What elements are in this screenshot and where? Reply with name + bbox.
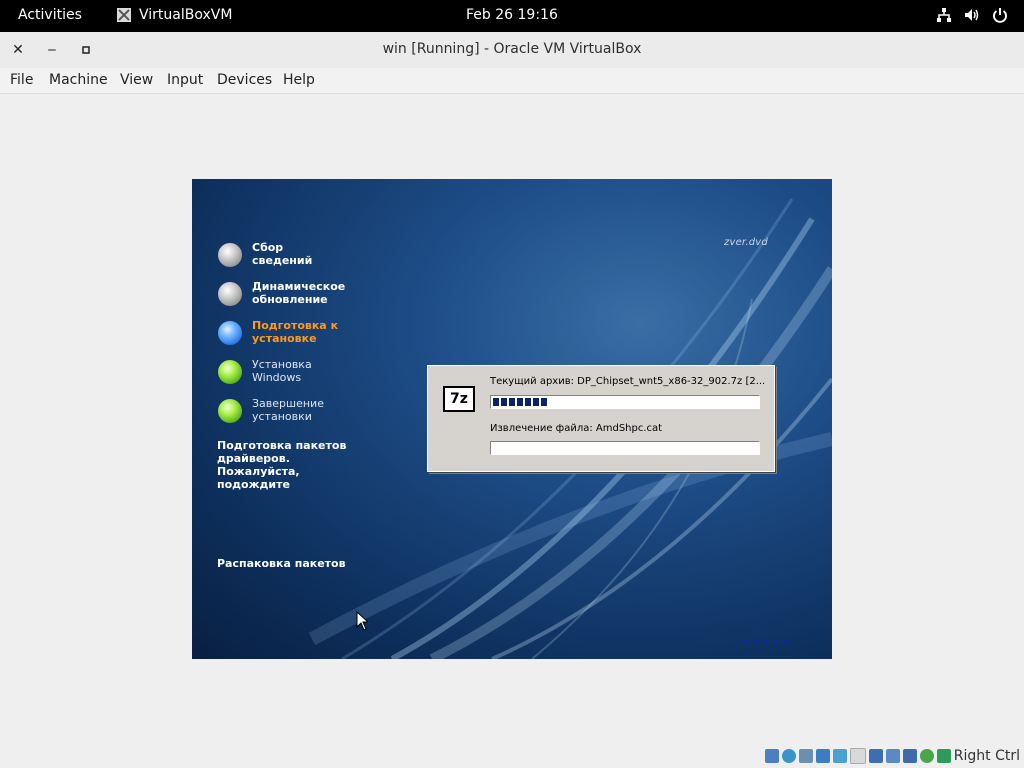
gnome-top-bar: Activities VirtualBoxVM Feb 26 19:16 [0,0,1024,32]
progress-block [541,398,547,406]
app-name: VirtualBoxVM [139,7,233,23]
hard-disk-icon[interactable] [764,749,779,763]
step-label: Завершение установки [252,397,324,423]
current-archive-label: Текущий архив: DP_Chipset_wnt5_x86-32_90… [490,376,766,387]
zverdvd-logo: zver.dvd [724,237,768,248]
menu-bar: File Machine View Input Devices Help [0,68,1024,94]
progress-block [509,398,515,406]
menu-machine[interactable]: Machine [49,72,108,88]
network-icon[interactable] [936,7,952,23]
step-done-orb-icon [218,282,242,306]
loading-dots [743,639,788,644]
archive-progress-bar [490,395,760,409]
progress-block [525,398,531,406]
window-titlebar: ✕ ‒ win [Running] - Oracle VM VirtualBox [0,32,1024,68]
7zip-extract-dialog: 7z Текущий архив: DP_Chipset_wnt5_x86-32… [427,365,775,472]
optical-drive-icon[interactable] [781,749,796,763]
vm-display[interactable]: zver.dvd Сбор сведений Динамическое обно… [192,179,832,659]
video-capture-icon[interactable] [885,749,900,763]
setup-step-install-windows: Установка Windows [218,358,347,384]
archive-progress-fill [493,398,547,406]
step-label: Сбор сведений [252,241,313,267]
menu-help[interactable]: Help [283,72,315,88]
extracting-file-label: Извлечение файла: AmdShpc.cat [490,423,663,434]
7zip-icon: 7z [443,386,475,412]
activities-button[interactable]: Activities [18,7,82,23]
power-icon[interactable] [992,7,1008,23]
step-pending-orb-icon [218,360,242,384]
clock[interactable]: Feb 26 19:16 [466,7,558,23]
virtualization-icon[interactable] [902,749,917,763]
network-adapter-icon[interactable] [815,749,830,763]
step-label: Установка Windows [252,358,312,384]
setup-step-dynamic-update: Динамическое обновление [218,280,347,306]
progress-block [533,398,539,406]
step-label: Динамическое обновление [252,280,346,306]
setup-step-prepare-install: Подготовка к установке [218,319,347,345]
unpack-status-text: Распаковка пакетов [217,557,346,570]
progress-block [501,398,507,406]
mouse-cursor-icon [356,611,368,631]
menu-devices[interactable]: Devices [217,72,272,88]
step-active-orb-icon [218,321,242,345]
keyboard-capture-icon[interactable] [936,749,951,763]
file-progress-bar [490,441,760,455]
step-done-orb-icon [218,243,242,267]
menu-input[interactable]: Input [167,72,203,88]
setup-step-collect-info: Сбор сведений [218,241,347,267]
setup-step-finish: Завершение установки [218,397,347,423]
window-title: win [Running] - Oracle VM VirtualBox [382,41,642,57]
system-tray[interactable] [936,7,1008,23]
virtualbox-app-icon [117,8,131,22]
host-key-label: Right Ctrl [953,748,1020,764]
step-pending-orb-icon [218,399,242,423]
display-icon[interactable] [868,749,883,763]
volume-icon[interactable] [964,7,980,23]
step-label: Подготовка к установке [252,319,339,345]
vbox-status-bar: Right Ctrl [764,748,1020,764]
menu-file[interactable]: File [10,72,33,88]
app-menu[interactable]: VirtualBoxVM [116,7,232,23]
usb-icon[interactable] [832,749,847,763]
setup-status-text: Подготовка пакетов драйверов. Пожалуйста… [217,439,347,491]
audio-icon[interactable] [798,749,813,763]
progress-block [517,398,523,406]
mouse-integration-icon[interactable] [919,749,934,763]
progress-block [493,398,499,406]
menu-view[interactable]: View [120,72,153,88]
shared-folders-icon[interactable] [849,748,866,764]
